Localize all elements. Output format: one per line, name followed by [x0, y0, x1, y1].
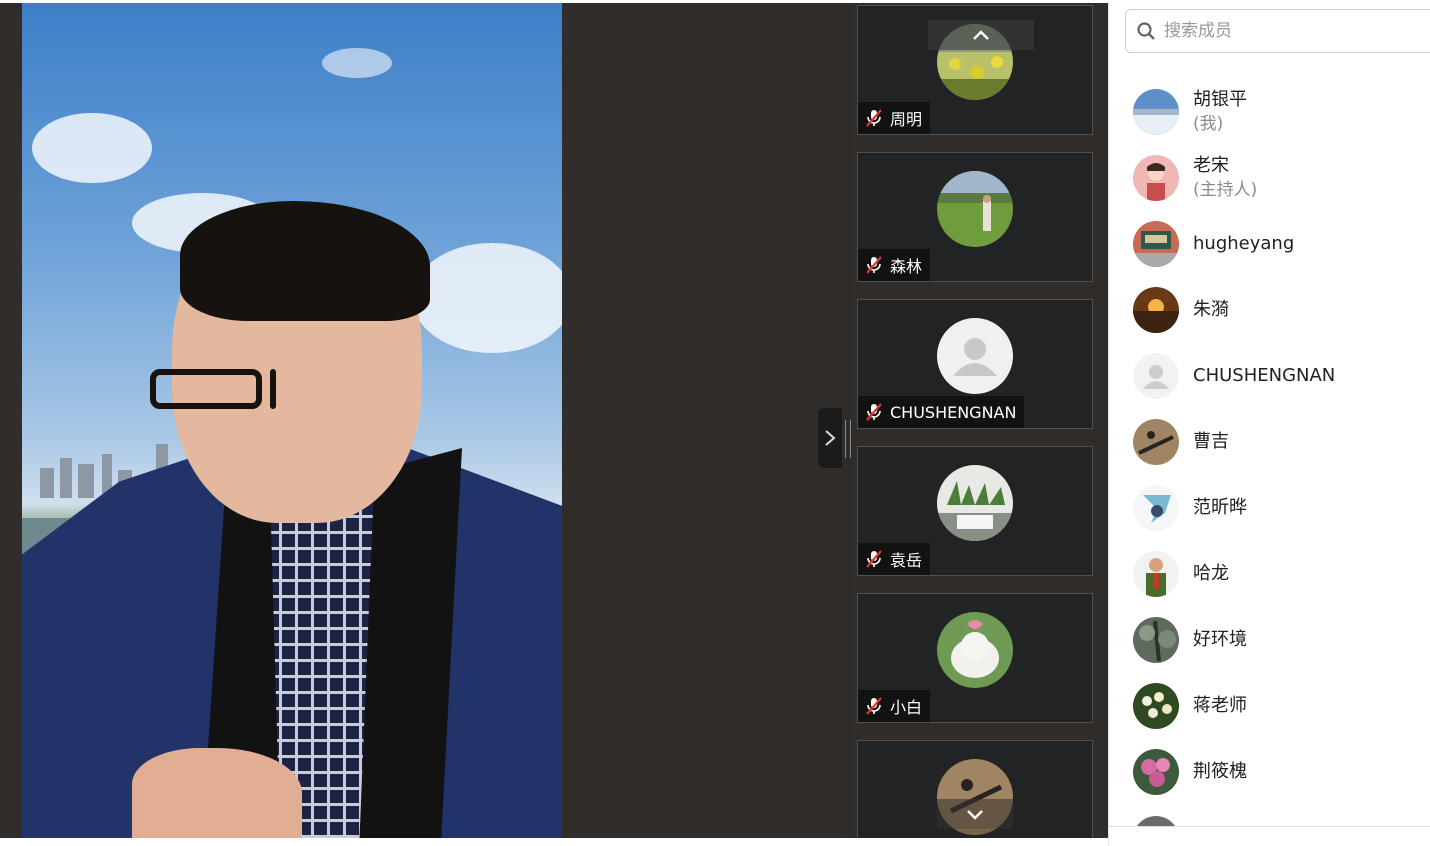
mic-muted-icon [864, 108, 884, 128]
mic-muted-icon [864, 549, 884, 569]
member-item[interactable]: hugheyang [1133, 214, 1423, 274]
member-name: 老宋 [1193, 155, 1229, 176]
member-name: hugheyang [1193, 233, 1295, 254]
avatar [1133, 617, 1179, 663]
participant-tile[interactable]: 袁岳 [857, 446, 1093, 576]
avatar [937, 318, 1013, 394]
participant-name: CHUSHENGNAN [890, 402, 1017, 422]
participant-name: 小白 [890, 698, 923, 717]
search-input[interactable] [1162, 20, 1406, 42]
participant-name-bar: 周明 [858, 102, 931, 134]
member-item-partial[interactable] [1133, 808, 1423, 826]
avatar [1133, 89, 1179, 135]
participant-tile[interactable] [857, 740, 1093, 838]
participant-video-strip: 周明 森林 CHUSHENGNAN 袁岳 小白 [852, 3, 1106, 838]
member-item[interactable]: 胡银平 (我) [1133, 82, 1423, 142]
member-name: 朱漪 [1193, 299, 1229, 320]
participant-name: 周明 [890, 110, 923, 129]
participant-tile[interactable]: 周明 [857, 5, 1093, 135]
avatar [1133, 353, 1179, 399]
member-search-box[interactable] [1125, 9, 1430, 53]
avatar [1133, 287, 1179, 333]
member-name: 曹吉 [1193, 431, 1229, 452]
mic-muted-icon [864, 255, 884, 275]
member-role: (主持人) [1193, 180, 1258, 200]
avatar [1133, 221, 1179, 267]
mic-muted-icon [864, 402, 884, 422]
avatar [937, 612, 1013, 688]
avatar [1133, 419, 1179, 465]
avatar [937, 465, 1013, 541]
member-name: 好环境 [1193, 629, 1247, 650]
member-item[interactable]: CHUSHENGNAN [1133, 346, 1423, 406]
member-item[interactable]: 老宋 (主持人) [1133, 148, 1423, 208]
member-item[interactable]: 曹吉 [1133, 412, 1423, 472]
member-item[interactable]: 荆筱槐 [1133, 742, 1423, 802]
speaker-video[interactable] [22, 3, 562, 838]
participant-tile[interactable]: 小白 [857, 593, 1093, 723]
panel-divider [1109, 826, 1430, 827]
member-panel: 胡银平(我) 老宋(主持人) hugheyang 朱漪 CHUSHENGNAN … [1108, 3, 1430, 846]
participant-name-bar: 森林 [858, 249, 931, 281]
member-item[interactable]: 蒋老师 [1133, 676, 1423, 736]
avatar [937, 171, 1013, 247]
participant-name-bar: CHUSHENGNAN [858, 396, 1025, 428]
main-video-area [0, 3, 842, 838]
scroll-down-button[interactable] [937, 799, 1013, 829]
participant-name-bar: 袁岳 [858, 543, 931, 575]
search-icon [1137, 22, 1155, 40]
mic-muted-icon [864, 696, 884, 716]
member-name: 哈龙 [1193, 563, 1229, 584]
member-item[interactable]: 朱漪 [1133, 280, 1423, 340]
avatar [1133, 683, 1179, 729]
participant-name: 森林 [890, 257, 923, 276]
member-name: 范昕晔 [1193, 497, 1247, 518]
bottom-border [0, 838, 1108, 846]
member-name: 胡银平 [1193, 89, 1247, 110]
avatar [1133, 749, 1179, 795]
avatar [1133, 816, 1179, 826]
member-name: 荆筱槐 [1193, 761, 1247, 782]
participant-tile[interactable]: CHUSHENGNAN [857, 299, 1093, 429]
member-item[interactable]: 哈龙 [1133, 544, 1423, 604]
scroll-up-button[interactable] [928, 20, 1034, 50]
participant-name: 袁岳 [890, 551, 923, 570]
member-name: CHUSHENGNAN [1193, 365, 1336, 386]
chevron-up-icon [973, 30, 989, 40]
participant-tile[interactable]: 森林 [857, 152, 1093, 282]
member-item[interactable]: 好环境 [1133, 610, 1423, 670]
resize-grip[interactable] [845, 420, 851, 458]
member-name: 蒋老师 [1193, 695, 1247, 716]
chevron-right-icon [825, 430, 836, 446]
participant-name-bar: 小白 [858, 690, 931, 722]
member-item[interactable]: 范昕晔 [1133, 478, 1423, 538]
chevron-down-icon [967, 810, 983, 820]
member-role: (我) [1193, 114, 1224, 134]
avatar [1133, 551, 1179, 597]
collapse-panel-button[interactable] [818, 408, 842, 468]
avatar [1133, 485, 1179, 531]
avatar [1133, 155, 1179, 201]
